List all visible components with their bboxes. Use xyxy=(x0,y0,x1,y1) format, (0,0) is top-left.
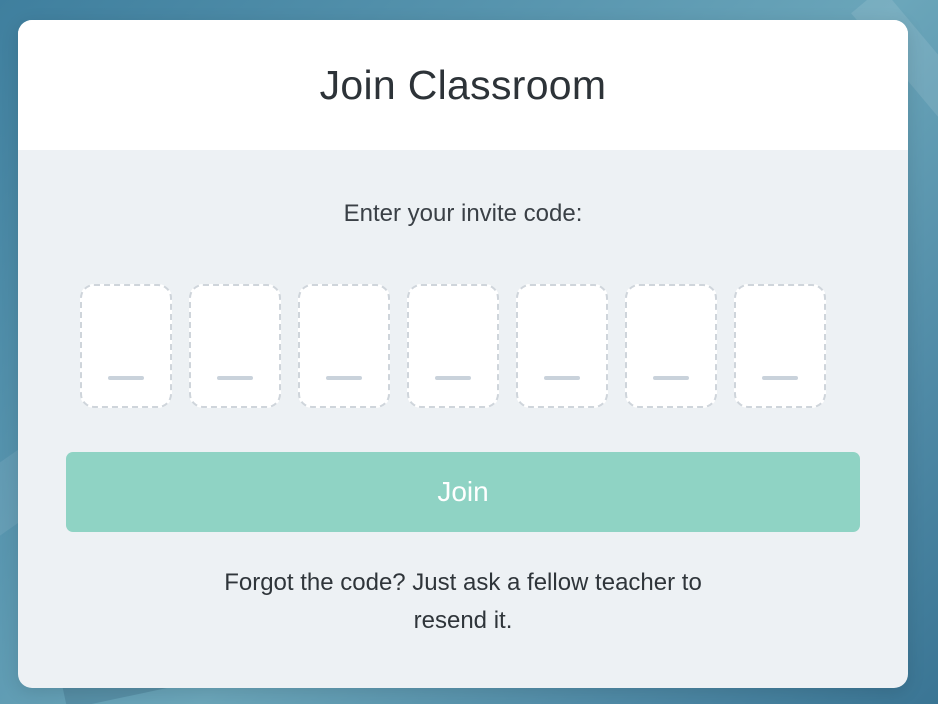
code-digit-5[interactable] xyxy=(516,284,608,408)
dialog-body: Enter your invite code: Join Forgot the … xyxy=(18,150,908,688)
code-digit-3[interactable] xyxy=(298,284,390,408)
code-digit-1[interactable] xyxy=(80,284,172,408)
invite-code-input xyxy=(80,284,826,408)
code-digit-placeholder-bar xyxy=(762,376,798,380)
forgot-code-help-text: Forgot the code? Just ask a fellow teach… xyxy=(224,569,702,634)
code-digit-2[interactable] xyxy=(189,284,281,408)
dialog-header: Join Classroom xyxy=(18,20,908,150)
code-digit-placeholder-bar xyxy=(217,376,253,380)
code-digit-7[interactable] xyxy=(734,284,826,408)
dialog-title: Join Classroom xyxy=(319,61,607,108)
code-digit-placeholder-bar xyxy=(108,376,144,380)
code-digit-placeholder-bar xyxy=(435,376,471,380)
code-digit-4[interactable] xyxy=(407,284,499,408)
join-classroom-dialog: Join Classroom Enter your invite code: J… xyxy=(18,20,908,688)
code-digit-placeholder-bar xyxy=(544,376,580,380)
join-button[interactable]: Join xyxy=(66,452,860,532)
code-digit-placeholder-bar xyxy=(653,376,689,380)
code-digit-6[interactable] xyxy=(625,284,717,408)
code-digit-placeholder-bar xyxy=(326,376,362,380)
invite-code-prompt: Enter your invite code: xyxy=(343,200,583,227)
